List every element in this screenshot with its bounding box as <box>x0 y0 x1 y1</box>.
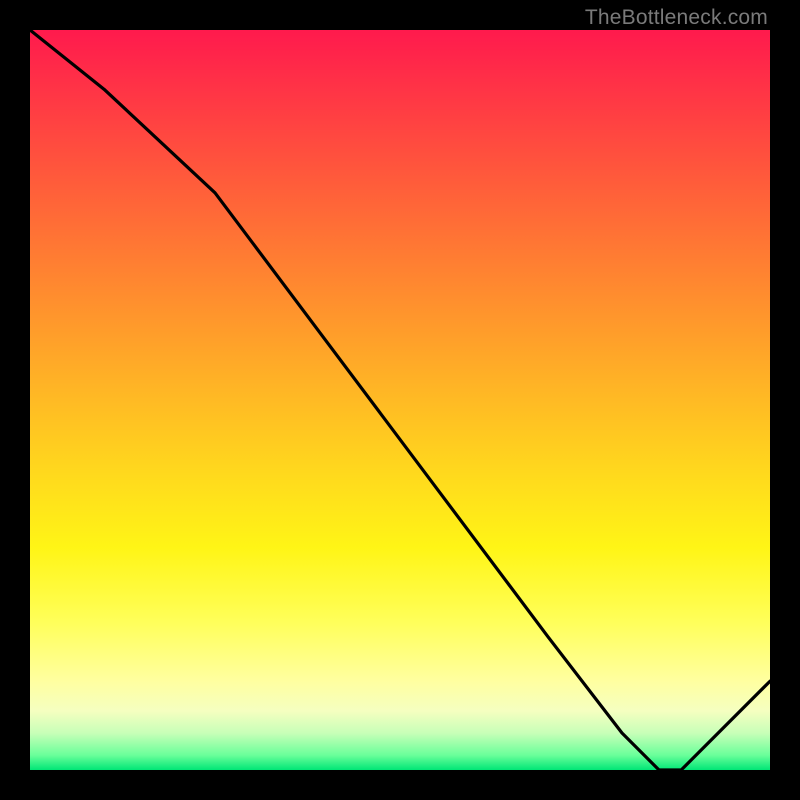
line-overlay <box>30 30 770 770</box>
plot-area <box>30 30 770 770</box>
chart-frame: TheBottleneck.com <box>0 0 800 800</box>
attribution-label: TheBottleneck.com <box>585 6 768 30</box>
bottleneck-curve <box>30 30 770 770</box>
